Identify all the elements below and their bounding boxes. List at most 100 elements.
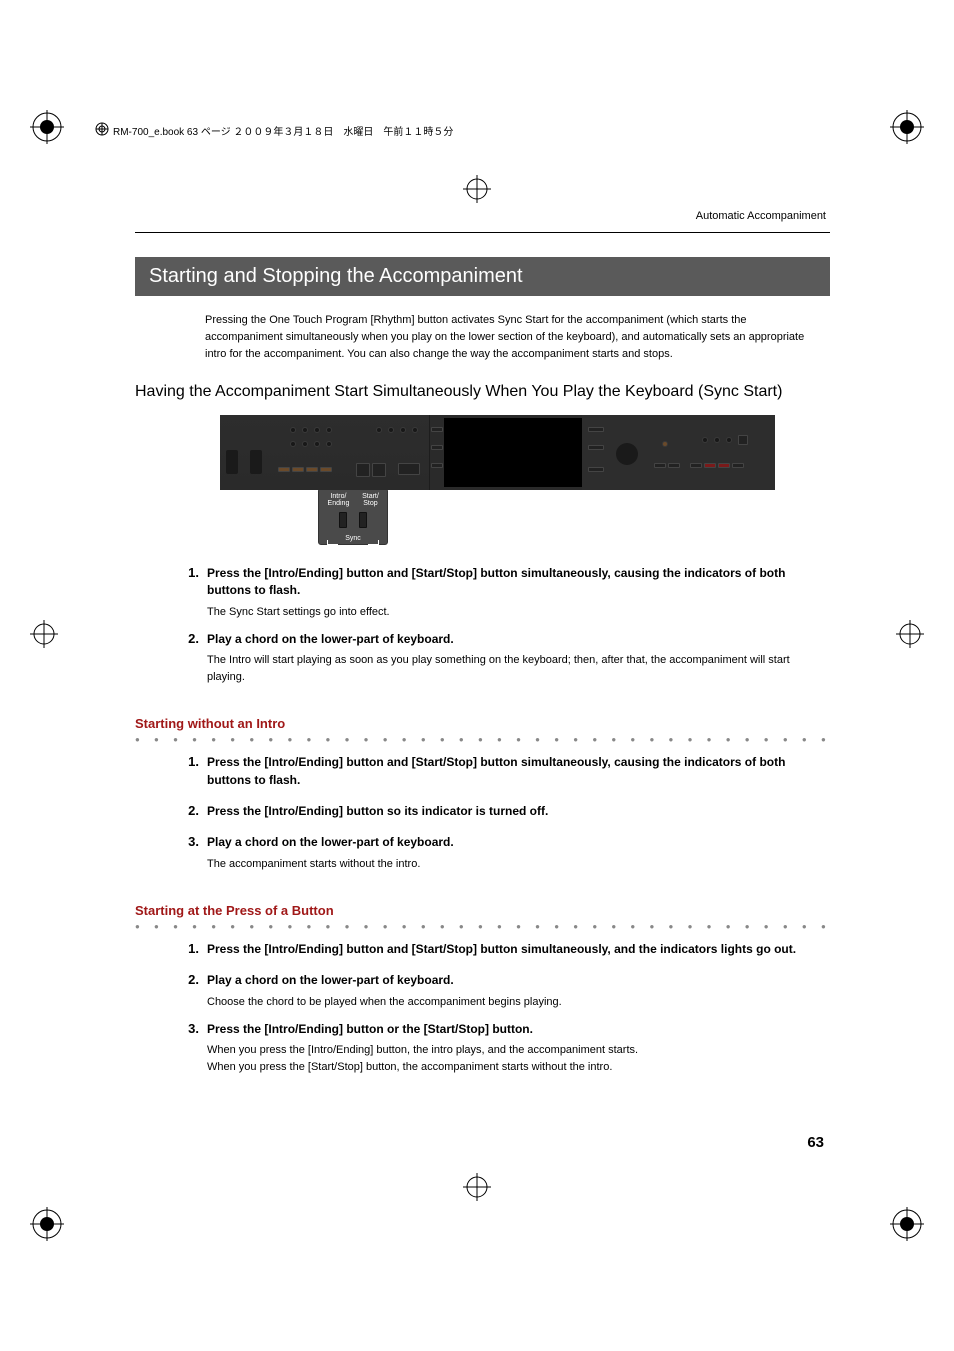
variation-btn <box>292 467 304 472</box>
step-text: When you press the [Intro/Ending] button… <box>207 1042 830 1076</box>
dial <box>616 443 638 465</box>
step-item: 1. Press the [Intro/Ending] button and [… <box>185 565 830 621</box>
panel-button <box>314 427 320 433</box>
ending-btn <box>668 463 680 468</box>
crop-mark-tl <box>30 110 64 144</box>
step-item: 3. Press the [Intro/Ending] button or th… <box>185 1021 830 1076</box>
step-title: Play a chord on the lower-part of keyboa… <box>207 834 830 851</box>
panel-button <box>326 441 332 447</box>
heading-without-intro: Starting without an Intro <box>135 716 830 731</box>
dotted-rule: ● ● ● ● ● ● ● ● ● ● ● ● ● ● ● ● ● ● ● ● … <box>135 735 830 744</box>
play-btn <box>718 463 730 468</box>
panel-mid-gap <box>430 415 444 490</box>
subheading-sync-start: Having the Accompaniment Start Simultane… <box>135 383 830 401</box>
registration-mark-bottom <box>463 1173 491 1201</box>
step-number: 2. <box>185 803 207 824</box>
balance-knob <box>250 450 262 474</box>
callout-start-stop-label: Start/ Stop <box>356 493 385 508</box>
crop-mark-br <box>890 1207 924 1241</box>
panel-button <box>326 427 332 433</box>
step-title: Play a chord on the lower-part of keyboa… <box>207 631 830 648</box>
part-btn <box>732 463 744 468</box>
panel-button <box>314 441 320 447</box>
tone-btn <box>714 437 720 443</box>
step-title: Press the [Intro/Ending] button and [Sta… <box>207 754 830 789</box>
step-title: Press the [Intro/Ending] button so its i… <box>207 803 830 820</box>
step-text: The accompaniment starts without the int… <box>207 856 830 873</box>
step-number: 1. <box>185 941 207 962</box>
step-item: 2. Play a chord on the lower-part of key… <box>185 972 830 1010</box>
registration-mark-top <box>463 175 491 203</box>
intro-btn <box>654 463 666 468</box>
print-header-text: RM-700_e.book 63 ページ ２００９年３月１８日 水曜日 午前１１… <box>113 123 453 138</box>
transpose-btn <box>588 445 604 450</box>
steps-without-intro: 1. Press the [Intro/Ending] button and [… <box>185 754 830 873</box>
intro-ending-btn <box>356 463 370 477</box>
steps-press-button: 1. Press the [Intro/Ending] button and [… <box>185 941 830 1076</box>
step-item: 3. Play a chord on the lower-part of key… <box>185 834 830 872</box>
section-title-bar: Starting and Stopping the Accompaniment <box>135 257 830 296</box>
step-number: 2. <box>185 631 207 686</box>
tone-btn <box>702 437 708 443</box>
start-stop-btn <box>372 463 386 477</box>
master-tune-btn <box>398 463 420 475</box>
sync-callout: Intro/ Ending Start/ Stop Sync <box>318 488 388 545</box>
tempo-btn <box>400 427 406 433</box>
callout-intro-ending-button <box>339 512 347 528</box>
panel-button <box>290 441 296 447</box>
keytouch-btn <box>588 467 604 472</box>
step-number: 3. <box>185 834 207 872</box>
tone-btn <box>738 435 748 445</box>
crop-mark-bl <box>30 1207 64 1241</box>
steps-sync-start: 1. Press the [Intro/Ending] button and [… <box>185 565 830 686</box>
panel-display <box>444 418 582 487</box>
step-text: Choose the chord to be played when the a… <box>207 994 830 1011</box>
panel-button <box>302 441 308 447</box>
step-item: 1. Press the [Intro/Ending] button and [… <box>185 754 830 793</box>
vibrato-btn <box>431 445 443 450</box>
volume-knob <box>226 450 238 474</box>
panel-left-section <box>220 415 430 490</box>
header-rule <box>135 232 830 233</box>
step-number: 2. <box>185 972 207 1010</box>
variation-btn <box>278 467 290 472</box>
chapter-label: Automatic Accompaniment <box>135 210 830 222</box>
speaker-btn <box>588 427 604 432</box>
panel-button <box>290 427 296 433</box>
variation-btn <box>320 467 332 472</box>
autofill-btn <box>431 463 443 468</box>
stop-btn <box>704 463 716 468</box>
tone-btn <box>726 437 732 443</box>
variation-btn <box>306 467 318 472</box>
page-icon <box>95 122 109 139</box>
step-text: The Intro will start playing as soon as … <box>207 652 830 686</box>
registration-mark-left <box>30 620 58 648</box>
step-item: 1. Press the [Intro/Ending] button and [… <box>185 941 830 962</box>
rotary-btn <box>431 427 443 432</box>
rec-btn <box>690 463 702 468</box>
print-job-header: RM-700_e.book 63 ページ ２００９年３月１８日 水曜日 午前１１… <box>95 122 453 139</box>
callout-start-stop-button <box>359 512 367 528</box>
callout-sync-label: Sync <box>321 535 385 542</box>
step-title: Press the [Intro/Ending] button or the [… <box>207 1021 830 1038</box>
registration-mark-right <box>896 620 924 648</box>
step-item: 2. Press the [Intro/Ending] button so it… <box>185 803 830 824</box>
harmony-btn <box>662 441 668 447</box>
intro-paragraph: Pressing the One Touch Program [Rhythm] … <box>205 312 820 363</box>
instrument-panel-figure <box>220 415 775 490</box>
step-title: Press the [Intro/Ending] button and [Sta… <box>207 941 830 958</box>
step-number: 1. <box>185 565 207 621</box>
heading-press-button: Starting at the Press of a Button <box>135 903 830 918</box>
step-title: Play a chord on the lower-part of keyboa… <box>207 972 830 989</box>
step-text: The Sync Start settings go into effect. <box>207 604 830 621</box>
dotted-rule: ● ● ● ● ● ● ● ● ● ● ● ● ● ● ● ● ● ● ● ● … <box>135 922 830 931</box>
tempo-btn <box>388 427 394 433</box>
step-title: Press the [Intro/Ending] button and [Sta… <box>207 565 830 600</box>
callout-intro-ending-label: Intro/ Ending <box>321 493 356 508</box>
page-number: 63 <box>807 1134 824 1151</box>
tempo-btn <box>412 427 418 433</box>
panel-button <box>302 427 308 433</box>
crop-mark-tr <box>890 110 924 144</box>
step-number: 3. <box>185 1021 207 1076</box>
step-number: 1. <box>185 754 207 793</box>
